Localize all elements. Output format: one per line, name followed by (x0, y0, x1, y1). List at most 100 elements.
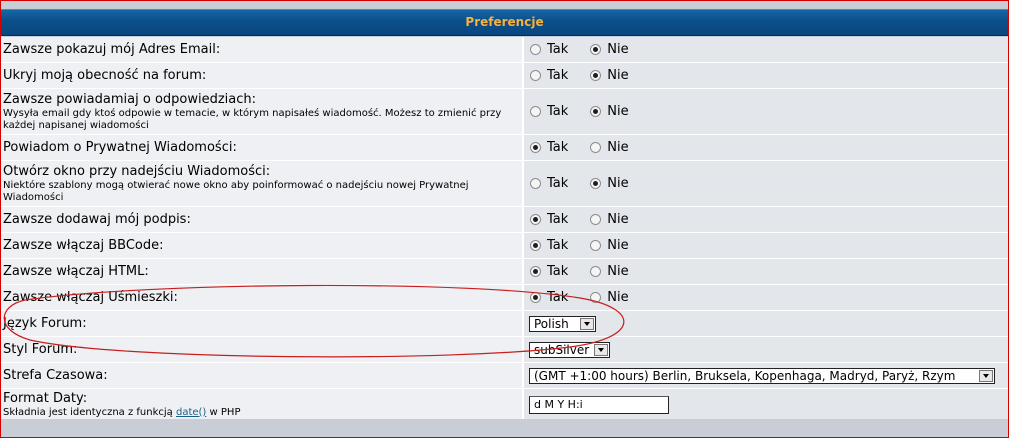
row-label: Zawsze pokazuj mój Adres Email: (3, 41, 221, 57)
pref-row-hide-online: Ukryj moją obecność na forum: Tak Nie (1, 63, 1008, 89)
radio-option-yes[interactable]: Tak (530, 290, 568, 305)
row-label: Zawsze włączaj BBCode: (3, 237, 164, 253)
radio-option-no[interactable]: Nie (590, 264, 629, 279)
radio-option-no[interactable]: Nie (590, 290, 629, 305)
pref-row-notify-pm: Powiadom o Prywatnej Wiadomości: Tak Nie (1, 135, 1008, 161)
radio-button-yes[interactable] (530, 178, 541, 189)
radio-option-yes[interactable]: Tak (530, 104, 568, 119)
radio-group: Tak Nie (524, 259, 1008, 284)
row-label: Format Daty: (3, 390, 88, 406)
language-select[interactable]: Polish (529, 315, 596, 332)
radio-label-yes: Tak (547, 42, 569, 57)
pref-row-attach-signature: Zawsze dodawaj mój podpis: Tak Nie (1, 207, 1008, 233)
pref-row-show-email: Zawsze pokazuj mój Adres Email: Tak Nie (1, 37, 1008, 63)
radio-option-no[interactable]: Nie (590, 176, 629, 191)
timezone-select[interactable]: (GMT +1:00 hours) Berlin, Bruksela, Kope… (529, 367, 995, 384)
radio-option-yes[interactable]: Tak (530, 140, 568, 155)
radio-button-yes[interactable] (530, 240, 541, 251)
radio-option-no[interactable]: Nie (590, 42, 629, 57)
row-label: Strefa Czasowa: (3, 367, 108, 383)
radio-button-yes[interactable] (530, 266, 541, 277)
row-label: Otwórz okno przy nadejściu Wiadomości: (3, 163, 271, 179)
desc-suffix: w PHP (209, 406, 241, 418)
radio-label-yes: Tak (547, 68, 569, 83)
row-label: Powiadom o Prywatnej Wiadomości: (3, 139, 237, 155)
radio-label-yes: Tak (547, 238, 569, 253)
radio-button-no[interactable] (590, 266, 602, 277)
radio-button-no[interactable] (590, 214, 602, 225)
chevron-down-icon[interactable] (580, 317, 594, 330)
radio-option-yes[interactable]: Tak (530, 176, 568, 191)
radio-group: Tak Nie (524, 37, 1008, 62)
radio-label-yes: Tak (547, 290, 569, 305)
radio-button-yes[interactable] (530, 142, 541, 153)
radio-label-no: Nie (607, 176, 629, 191)
radio-option-yes[interactable]: Tak (530, 238, 568, 253)
radio-label-yes: Tak (547, 140, 569, 155)
preferences-table: Zawsze pokazuj mój Adres Email: Tak Nie U… (1, 37, 1008, 421)
pref-row-notify-replies: Zawsze powiadamiaj o odpowiedziach: Wysy… (1, 89, 1008, 135)
row-description: Składnia jest identyczna z funkcją date(… (3, 407, 522, 419)
radio-label-yes: Tak (547, 104, 569, 119)
radio-label-no: Nie (607, 264, 629, 279)
radio-group: Tak Nie (524, 285, 1008, 310)
row-label: Styl Forum: (3, 341, 78, 357)
pref-row-html: Zawsze włączaj HTML: Tak Nie (1, 259, 1008, 285)
row-label: Zawsze dodawaj mój podpis: (3, 211, 191, 227)
radio-label-yes: Tak (547, 264, 569, 279)
pref-row-language: Język Forum: Polish (1, 311, 1008, 337)
radio-option-no[interactable]: Nie (590, 212, 629, 227)
radio-group: Tak Nie (524, 63, 1008, 88)
style-select-value: subSilver (534, 342, 590, 357)
radio-option-no[interactable]: Nie (590, 238, 629, 253)
radio-button-yes[interactable] (530, 106, 541, 117)
pref-row-style: Styl Forum: subSilver (1, 337, 1008, 363)
radio-label-yes: Tak (547, 176, 569, 191)
row-description: Niektóre szablony mogą otwierać nowe okn… (3, 179, 469, 203)
radio-button-no[interactable] (590, 44, 602, 55)
radio-option-yes[interactable]: Tak (530, 42, 568, 57)
section-header: Preferencje (1, 9, 1008, 36)
php-date-link[interactable]: date() (176, 407, 206, 418)
radio-option-yes[interactable]: Tak (530, 264, 568, 279)
radio-label-no: Nie (607, 68, 629, 83)
radio-button-no[interactable] (590, 106, 602, 117)
radio-label-yes: Tak (547, 212, 569, 227)
radio-group: Tak Nie (524, 135, 1008, 160)
radio-button-no[interactable] (590, 142, 602, 153)
radio-label-no: Nie (607, 42, 629, 57)
radio-button-yes[interactable] (530, 70, 541, 81)
pref-row-popup-pm: Otwórz okno przy nadejściu Wiadomości: N… (1, 161, 1008, 207)
radio-option-yes[interactable]: Tak (530, 68, 568, 83)
chevron-down-icon[interactable] (594, 343, 608, 356)
radio-button-yes[interactable] (530, 292, 541, 303)
radio-label-no: Nie (607, 104, 629, 119)
radio-button-no[interactable] (590, 240, 602, 251)
radio-group: Tak Nie (524, 89, 1008, 134)
table-footer (1, 419, 1008, 437)
radio-label-no: Nie (607, 140, 629, 155)
radio-button-no[interactable] (590, 70, 602, 81)
radio-button-yes[interactable] (530, 214, 541, 225)
pref-row-date-format: Format Daty: Składnia jest identyczna z … (1, 389, 1008, 421)
radio-option-no[interactable]: Nie (590, 68, 629, 83)
language-select-value: Polish (534, 316, 569, 331)
row-label: Język Forum: (3, 315, 87, 331)
row-label: Zawsze powiadamiaj o odpowiedziach: (3, 91, 257, 107)
preferences-panel: Preferencje Zawsze pokazuj mój Adres Ema… (1, 1, 1008, 437)
radio-button-no[interactable] (590, 178, 602, 189)
date-format-input[interactable] (529, 395, 669, 414)
timezone-select-value: (GMT +1:00 hours) Berlin, Bruksela, Kope… (534, 368, 956, 383)
chevron-down-icon[interactable] (979, 369, 993, 382)
radio-option-yes[interactable]: Tak (530, 212, 568, 227)
radio-group: Tak Nie (524, 161, 1008, 206)
row-description: Wysyła email gdy ktoś odpowie w temacie,… (3, 107, 502, 131)
pref-row-bbcode: Zawsze włączaj BBCode: Tak Nie (1, 233, 1008, 259)
radio-option-no[interactable]: Nie (590, 104, 629, 119)
row-label: Zawsze włączaj Uśmieszki: (3, 289, 178, 305)
radio-button-yes[interactable] (530, 44, 541, 55)
pref-row-timezone: Strefa Czasowa: (GMT +1:00 hours) Berlin… (1, 363, 1008, 389)
style-select[interactable]: subSilver (529, 341, 610, 358)
radio-option-no[interactable]: Nie (590, 140, 629, 155)
radio-button-no[interactable] (590, 292, 602, 303)
